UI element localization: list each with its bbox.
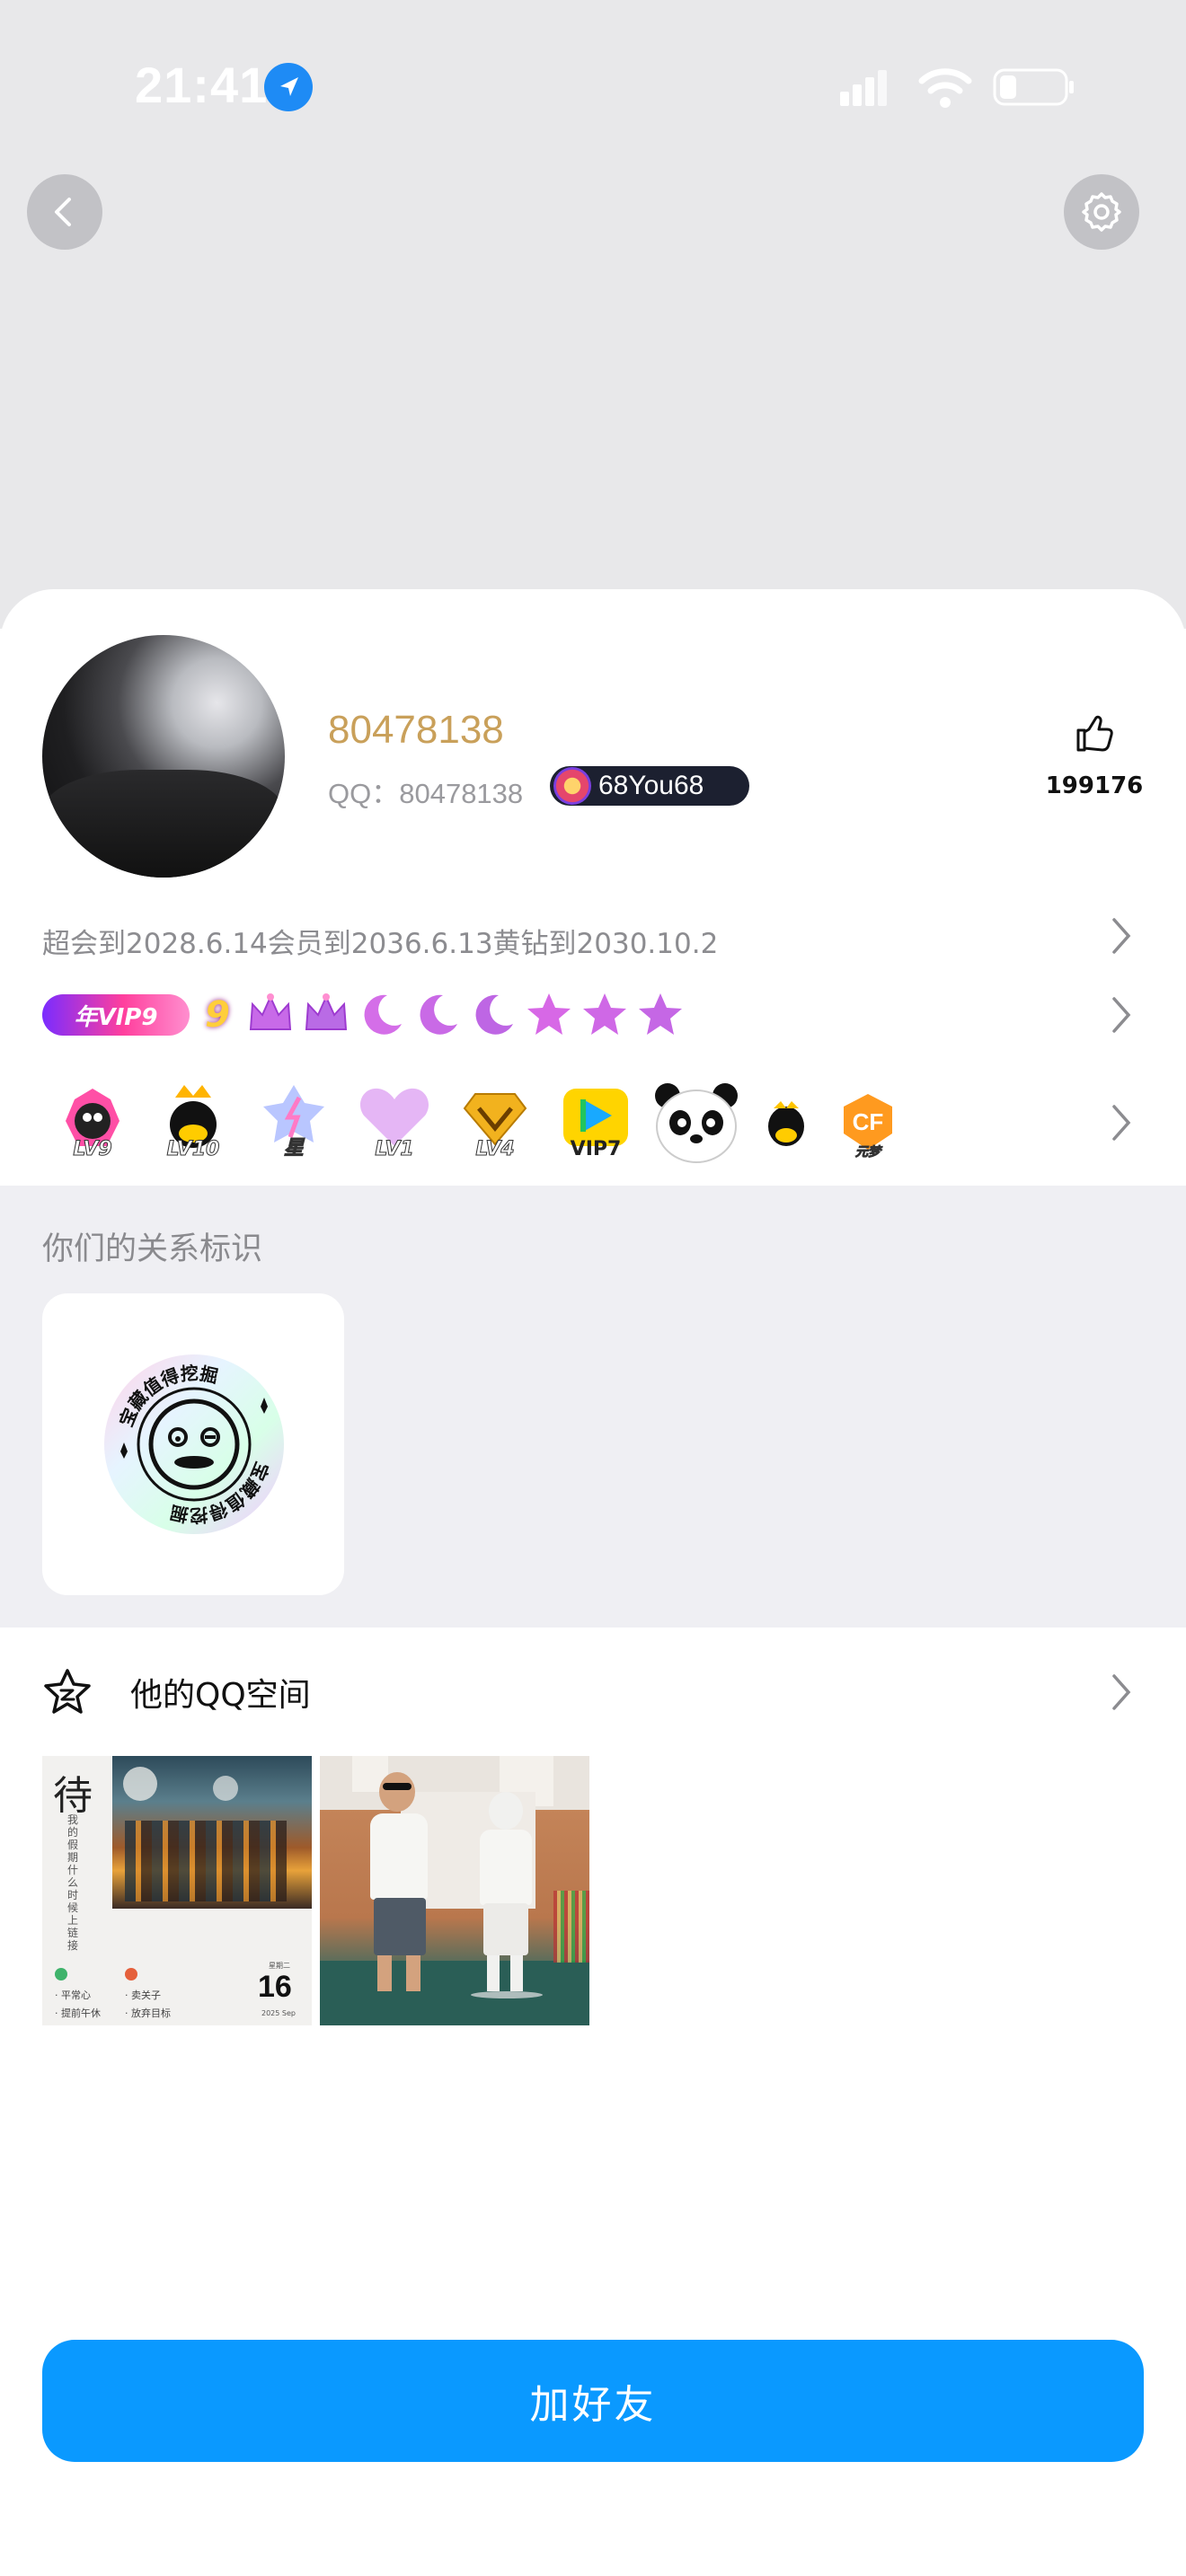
nine-badge-icon: 9	[205, 994, 230, 1036]
svg-text:CF: CF	[853, 1108, 884, 1135]
back-button[interactable]	[27, 174, 102, 250]
star-icon	[527, 993, 571, 1035]
level-badge: 星	[243, 1081, 344, 1160]
qzone-title[interactable]: 他的QQ空间	[130, 1669, 311, 1716]
relationship-medal-icon: 宝藏值得挖掘 宝藏值得挖掘	[104, 1354, 284, 1534]
qq-penguin-badge-icon	[747, 1081, 828, 1160]
chevron-right-icon[interactable]	[1109, 1103, 1134, 1142]
moon-icon	[475, 994, 513, 1035]
chevron-right-icon[interactable]	[1109, 995, 1134, 1035]
star-icon	[583, 993, 626, 1035]
cellular-signal-icon	[840, 70, 887, 106]
avatar[interactable]	[42, 635, 285, 878]
panda-badge-icon	[646, 1081, 747, 1163]
chevron-right-icon[interactable]	[1109, 916, 1134, 956]
relationship-title: 你们的关系标识	[42, 1231, 263, 1267]
game-id-text: 68You68	[598, 771, 704, 800]
star-icon	[639, 993, 682, 1035]
moon-icon	[420, 994, 457, 1035]
qq-number: QQ：80478138	[328, 778, 524, 809]
crown-icon	[305, 993, 348, 1030]
like-count: 199176	[1045, 772, 1144, 799]
qzone-photo-figure[interactable]	[320, 1756, 589, 2025]
wifi-icon	[918, 68, 972, 108]
level-badge: LV10	[143, 1081, 243, 1161]
year-vip-badge: 年VIP9	[42, 994, 190, 1036]
settings-button[interactable]	[1064, 174, 1139, 250]
qzone-photo-calendar[interactable]: 待 我的假期什么时候上链接 · 平常心 · 卖关子 · 提前午休 · 放弃目标 …	[42, 1756, 312, 2025]
level-badge: LV4	[445, 1081, 545, 1161]
crown-icon	[249, 993, 292, 1030]
level-badge: CF 元梦	[828, 1081, 908, 1160]
vip-expiry-text[interactable]: 超会到2028.6.14会员到2036.6.13黄钻到2030.10.2	[42, 921, 718, 961]
moon-icon	[364, 994, 402, 1035]
level-badge-row[interactable]: LV9 LV10 星 LV1 LV4 VIP7 CF 元梦	[42, 1078, 908, 1164]
add-friend-button[interactable]: 加好友	[42, 2340, 1144, 2462]
status-time: 21:41	[135, 57, 269, 113]
thumbs-up-icon[interactable]	[1073, 712, 1116, 755]
gear-icon	[1082, 192, 1121, 232]
game-badge-icon	[553, 767, 591, 805]
level-badge: LV9	[42, 1081, 143, 1161]
game-id-pill[interactable]: 68You68	[550, 766, 749, 806]
chevron-left-icon	[55, 198, 71, 226]
nickname: 80478138	[328, 708, 504, 752]
location-arrow-icon	[264, 63, 313, 111]
battery-icon	[993, 68, 1074, 106]
chevron-right-icon[interactable]	[1109, 1672, 1134, 1712]
vip-badge-row[interactable]: 年VIP9 9	[42, 988, 686, 1042]
level-badge: LV1	[344, 1081, 445, 1161]
level-badge: VIP7	[545, 1081, 646, 1160]
qzone-star-icon	[44, 1669, 91, 1714]
